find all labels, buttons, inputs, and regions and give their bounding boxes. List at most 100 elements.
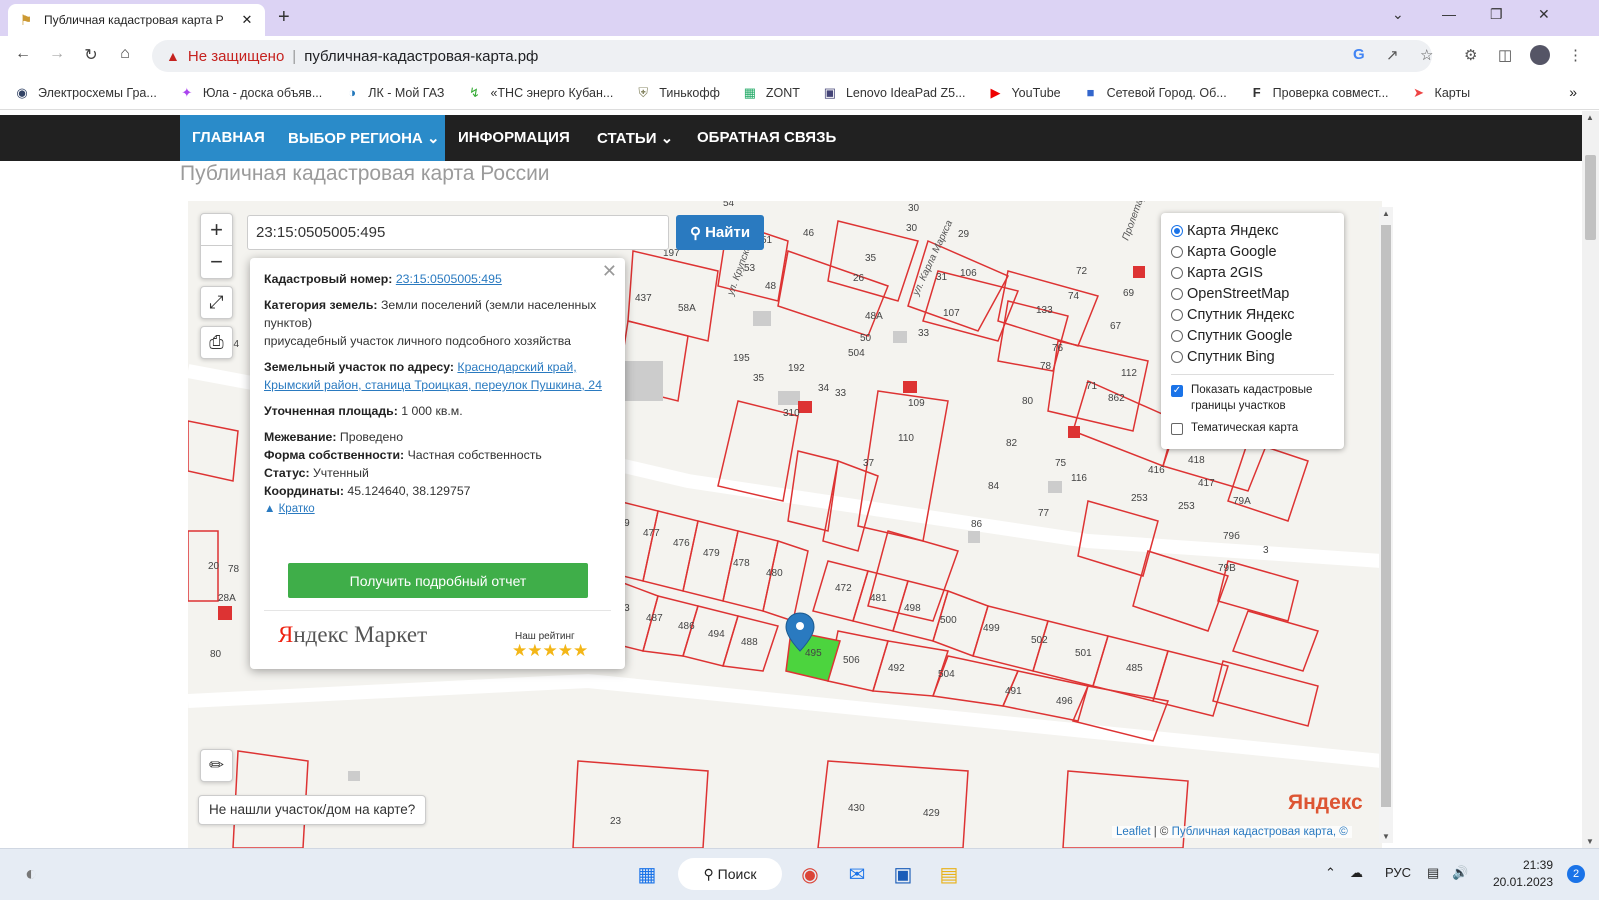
mail-icon[interactable]: ✉ bbox=[842, 859, 872, 889]
store-icon[interactable]: ▣ bbox=[888, 859, 918, 889]
layer-option[interactable]: Карта Google bbox=[1171, 241, 1334, 262]
browser-tab[interactable]: ⚑ Публичная кадастровая карта Р ✕ bbox=[8, 4, 265, 36]
search-button[interactable]: ⚲ Найти bbox=[676, 215, 764, 250]
page-scroll-thumb[interactable] bbox=[1585, 155, 1596, 240]
parcel-label: 500 bbox=[940, 615, 957, 626]
new-tab-icon[interactable]: + bbox=[278, 6, 290, 29]
google-lens-icon[interactable]: G bbox=[1353, 46, 1365, 63]
bookmark-item[interactable]: ■ Сетевой Город. Об... bbox=[1083, 85, 1227, 101]
parcel-label: 485 bbox=[1126, 663, 1143, 674]
checkbox-checked-icon[interactable]: ✓ bbox=[1171, 385, 1183, 397]
restore-icon[interactable]: ❐ bbox=[1490, 6, 1503, 23]
radio-icon[interactable] bbox=[1171, 329, 1183, 342]
nav-region[interactable]: ВЫБОР РЕГИОНА ⌄ bbox=[288, 129, 440, 147]
nav-feedback[interactable]: ОБРАТНАЯ СВЯЗЬ bbox=[697, 129, 836, 146]
print-icon[interactable]: ⎙ bbox=[200, 326, 233, 359]
bookmark-item[interactable]: ↯ «ТНС энерго Кубан... bbox=[466, 85, 613, 101]
cadastral-search-input[interactable]: 23:15:0505005:495 bbox=[247, 215, 669, 250]
cloud-icon[interactable]: ☁ bbox=[1350, 865, 1363, 881]
notification-badge[interactable]: 2 bbox=[1567, 865, 1585, 883]
bookmark-item[interactable]: ▣ Lenovo IdeaPad Z5... bbox=[822, 85, 966, 101]
input-language[interactable]: РУС bbox=[1385, 865, 1411, 880]
bookmark-item[interactable]: ▶ YouTube bbox=[987, 85, 1060, 101]
layer-option[interactable]: OpenStreetMap bbox=[1171, 283, 1334, 304]
not-found-button[interactable]: Не нашли участок/дом на карте? bbox=[198, 795, 427, 825]
radio-icon[interactable] bbox=[1171, 266, 1183, 279]
collapse-link[interactable]: ▲ Кратко bbox=[264, 500, 611, 518]
tab-search-icon[interactable]: ⌄ bbox=[1392, 6, 1404, 23]
layer-option[interactable]: Спутник Bing bbox=[1171, 346, 1334, 367]
widgets-icon[interactable]: ◐ bbox=[16, 859, 46, 889]
nav-home[interactable]: ГЛАВНАЯ bbox=[192, 129, 265, 146]
scroll-up-icon[interactable]: ▲ bbox=[1382, 209, 1390, 218]
scroll-down-icon[interactable]: ▼ bbox=[1382, 832, 1390, 841]
checkbox-icon[interactable] bbox=[1171, 423, 1183, 435]
taskbar-search-label: Поиск bbox=[717, 866, 757, 882]
home-icon[interactable]: ⌂ bbox=[114, 45, 136, 63]
minimize-icon[interactable]: — bbox=[1442, 6, 1456, 22]
clock[interactable]: 21:39 20.01.2023 bbox=[1493, 857, 1553, 891]
layer-option[interactable]: Карта Яндекс bbox=[1171, 220, 1334, 241]
network-icon[interactable]: ▤ bbox=[1427, 865, 1439, 881]
nav-info[interactable]: ИНФОРМАЦИЯ bbox=[458, 129, 570, 146]
fullscreen-icon[interactable]: ⤢ bbox=[200, 286, 233, 319]
bookmark-item[interactable]: ⛨ Тинькофф bbox=[635, 85, 720, 101]
bookmark-item[interactable]: ◉ Электросхемы Гра... bbox=[14, 85, 156, 101]
layer-option[interactable]: Спутник Google bbox=[1171, 325, 1334, 346]
reload-icon[interactable]: ↻ bbox=[80, 45, 102, 65]
radio-icon[interactable] bbox=[1171, 350, 1183, 363]
scroll-down-icon[interactable]: ▼ bbox=[1586, 837, 1594, 846]
more-bookmarks-icon[interactable]: » bbox=[1569, 84, 1577, 100]
radio-icon[interactable] bbox=[1171, 224, 1183, 237]
leaflet-link[interactable]: Leaflet bbox=[1116, 826, 1151, 838]
site-attrib-link[interactable]: Публичная кадастровая карта, © bbox=[1172, 826, 1348, 838]
layer-label: Карта Google bbox=[1187, 243, 1277, 260]
cadastral-map[interactable]: ул. Крупской ул. Карла Маркса Пролетарск… bbox=[188, 201, 1382, 848]
taskbar-search[interactable]: ⚲ Поиск bbox=[678, 858, 782, 890]
map-scrollbar[interactable]: ▲ ▼ bbox=[1379, 207, 1393, 843]
bookmark-item[interactable]: ➤ Карты bbox=[1411, 85, 1470, 101]
extensions-icon[interactable]: ⚙ bbox=[1464, 46, 1477, 64]
parcel-label: 3 bbox=[1263, 545, 1269, 556]
side-panel-icon[interactable]: ◫ bbox=[1498, 46, 1512, 64]
radio-icon[interactable] bbox=[1171, 287, 1183, 300]
browser-tab-strip: ⚑ Публичная кадастровая карта Р ✕ + ⌄ — … bbox=[0, 0, 1599, 36]
cadastral-number-link[interactable]: 23:15:0505005:495 bbox=[396, 272, 502, 286]
volume-icon[interactable]: 🔊 bbox=[1452, 865, 1468, 881]
page-scrollbar[interactable]: ▲ ▼ bbox=[1582, 111, 1599, 848]
school-icon: ■ bbox=[1086, 84, 1095, 100]
address-bar[interactable]: ▲ Не защищено | публичная-кадастровая-ка… bbox=[152, 40, 1432, 72]
menu-kebab-icon[interactable]: ⋮ bbox=[1568, 46, 1583, 64]
zoom-in-button[interactable]: + bbox=[201, 214, 232, 246]
bookmark-star-icon[interactable]: ☆ bbox=[1420, 46, 1433, 64]
close-tab-icon[interactable]: ✕ bbox=[239, 12, 255, 28]
radio-icon[interactable] bbox=[1171, 308, 1183, 321]
radio-icon[interactable] bbox=[1171, 245, 1183, 258]
cadastral-overlay-toggle[interactable]: ✓ Показать кадастровые границы участков bbox=[1171, 382, 1334, 414]
folder-icon[interactable]: ▤ bbox=[934, 859, 964, 889]
bookmark-item[interactable]: ◑ ЛК - Мой ГАЗ bbox=[344, 85, 444, 101]
bookmark-item[interactable]: ▦ ZONT bbox=[742, 85, 800, 101]
back-icon[interactable]: ← bbox=[12, 45, 34, 63]
close-window-icon[interactable]: ✕ bbox=[1538, 6, 1550, 23]
profile-avatar[interactable] bbox=[1530, 45, 1550, 65]
own-value: Частная собственность bbox=[407, 448, 542, 462]
layer-option[interactable]: Спутник Яндекс bbox=[1171, 304, 1334, 325]
start-icon[interactable]: ▦ bbox=[632, 859, 662, 889]
get-report-button[interactable]: Получить подробный отчет bbox=[288, 563, 588, 598]
thematic-overlay-toggle[interactable]: Тематическая карта bbox=[1171, 420, 1334, 436]
scroll-up-icon[interactable]: ▲ bbox=[1586, 113, 1594, 122]
bookmark-item[interactable]: F Проверка совмест... bbox=[1249, 85, 1389, 101]
ruler-icon[interactable]: ✏ bbox=[200, 749, 233, 782]
share-icon[interactable]: ↗ bbox=[1386, 46, 1399, 64]
forward-icon[interactable]: → bbox=[46, 45, 68, 63]
zoom-out-button[interactable]: − bbox=[201, 246, 232, 278]
yandex-market-logo[interactable]: Яндекс Маркет bbox=[278, 623, 427, 646]
close-icon[interactable]: ✕ bbox=[602, 262, 617, 280]
layer-option[interactable]: Карта 2GIS bbox=[1171, 262, 1334, 283]
chrome-icon[interactable]: ◉ bbox=[795, 859, 825, 889]
tray-chevron-icon[interactable]: ⌃ bbox=[1325, 865, 1336, 881]
map-scroll-thumb[interactable] bbox=[1381, 225, 1391, 807]
bookmark-item[interactable]: ✦ Юла - доска объяв... bbox=[179, 85, 322, 101]
nav-articles[interactable]: СТАТЬИ ⌄ bbox=[597, 129, 673, 147]
